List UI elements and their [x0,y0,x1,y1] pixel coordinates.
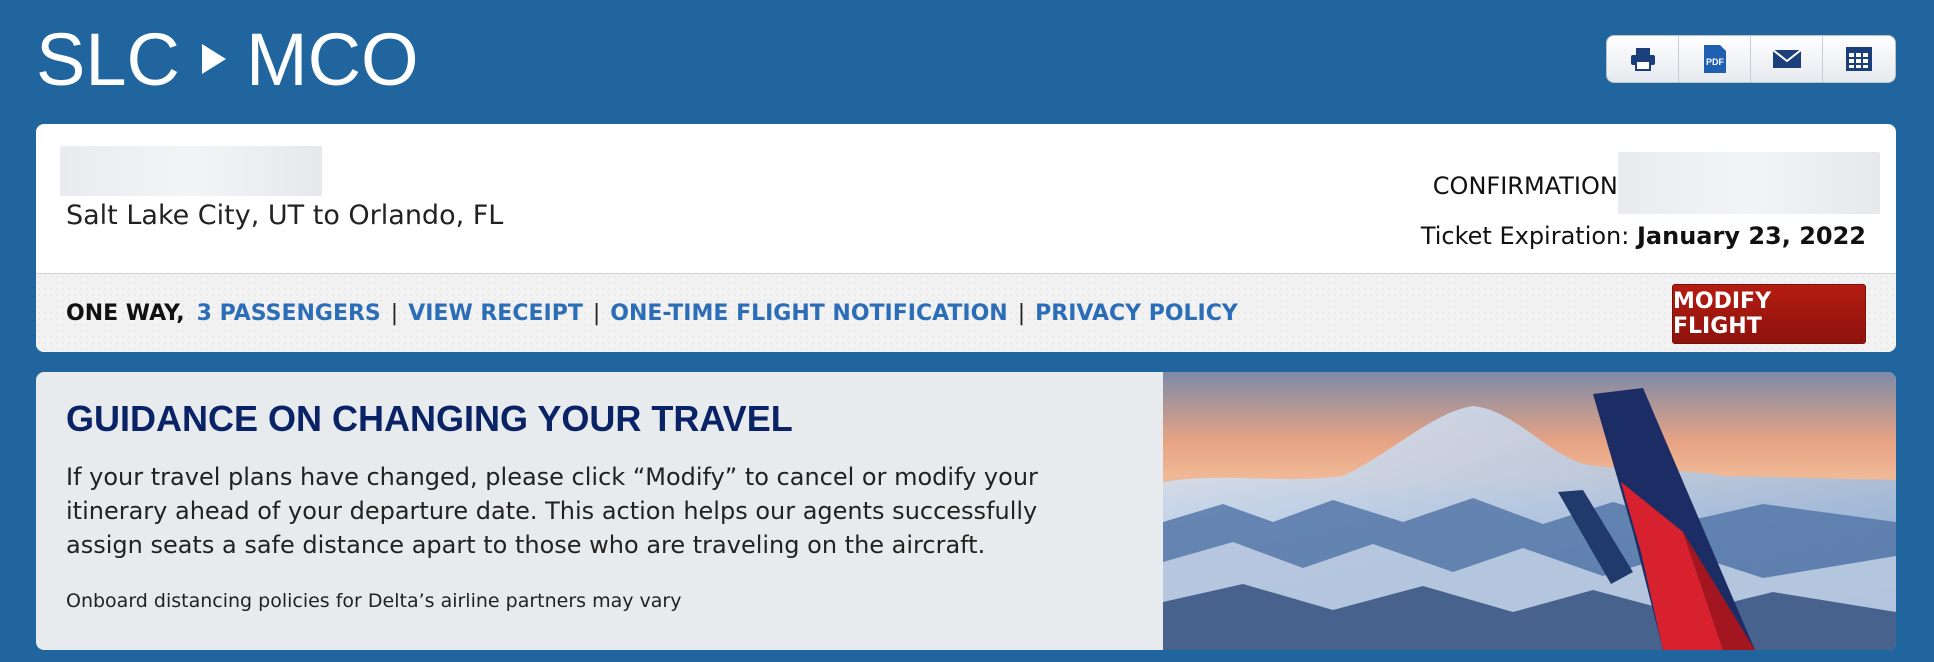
ticket-expiration-date: January 23, 2022 [1637,222,1866,250]
modify-flight-button[interactable]: MODIFY FLIGHT [1672,284,1866,344]
route-title: SLC MCO [36,14,419,104]
route-description: Salt Lake City, UT to Orlando, FL [66,200,504,231]
redacted-confirmation-number [1618,152,1880,214]
print-icon [1630,48,1655,71]
guidance-title: GUIDANCE ON CHANGING YOUR TRAVEL [66,398,793,439]
view-receipt-link[interactable]: VIEW RECEIPT [408,301,583,326]
separator: | [390,300,399,326]
pdf-button[interactable]: PDF [1679,36,1751,82]
guidance-body: If your travel plans have changed, pleas… [66,463,1038,559]
calendar-button[interactable] [1823,36,1895,82]
trip-type: ONE WAY, [66,300,185,326]
guidance-note: Onboard distancing policies for Delta’s … [66,590,682,612]
pdf-icon: PDF [1703,45,1726,73]
trip-summary-card: Salt Lake City, UT to Orlando, FL CONFIR… [36,124,1896,352]
separator: | [1017,300,1026,326]
email-button[interactable] [1751,36,1823,82]
origin-code: SLC [36,17,180,101]
trip-actions-bar: ONE WAY, 3 PASSENGERS | VIEW RECEIPT | O… [36,274,1896,352]
print-button[interactable] [1607,36,1679,82]
redacted-passenger-name [60,146,322,196]
aircraft-tail-photo [1163,372,1896,650]
email-icon [1771,49,1802,68]
destination-code: MCO [245,17,419,101]
ticket-expiration-label: Ticket Expiration: [1420,222,1630,250]
flight-notification-link[interactable]: ONE-TIME FLIGHT NOTIFICATION [610,301,1007,326]
guidance-text: GUIDANCE ON CHANGING YOUR TRAVEL If your… [66,372,1166,612]
trip-summary-header: Salt Lake City, UT to Orlando, FL CONFIR… [36,124,1896,274]
pdf-icon-label: PDF [1706,57,1725,67]
calendar-icon [1846,47,1872,71]
ticket-expiration: Ticket Expiration: January 23, 2022 [1421,222,1866,250]
guidance-panel: GUIDANCE ON CHANGING YOUR TRAVEL If your… [36,372,1896,650]
passengers-link[interactable]: 3 PASSENGERS [197,301,381,326]
separator: | [592,300,601,326]
confirmation-label: CONFIRMATION#: [1432,172,1646,200]
route-arrow-icon [201,44,226,74]
share-toolbar: PDF [1606,35,1896,83]
privacy-policy-link[interactable]: PRIVACY POLICY [1035,301,1238,326]
